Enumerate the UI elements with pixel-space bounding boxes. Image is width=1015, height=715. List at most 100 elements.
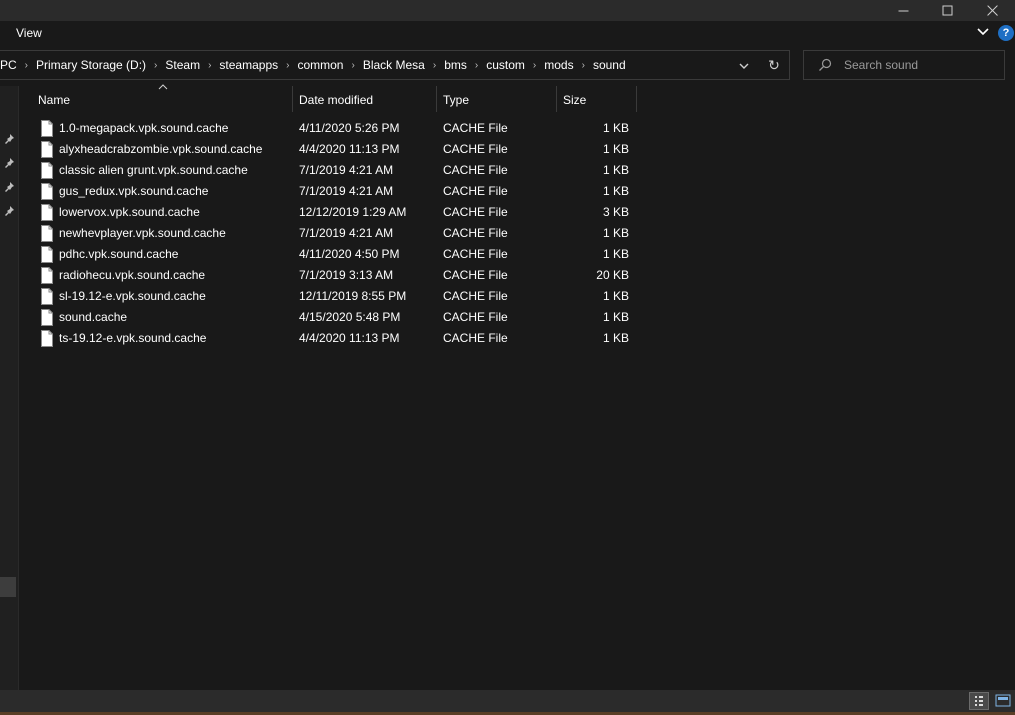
file-icon xyxy=(41,183,53,200)
file-date-modified: 7/1/2019 3:13 AM xyxy=(299,268,394,282)
search-box[interactable] xyxy=(803,50,1005,80)
file-size: 1 KB xyxy=(602,247,629,261)
nav-item-selected[interactable] xyxy=(0,577,16,597)
file-size: 1 KB xyxy=(602,289,629,303)
breadcrumb-separator-icon[interactable]: › xyxy=(472,60,481,71)
search-input[interactable] xyxy=(844,57,994,73)
file-type: CACHE File xyxy=(443,121,508,135)
tiles-view-icon xyxy=(995,694,1011,707)
maximize-button[interactable] xyxy=(926,0,970,21)
breadcrumb-item[interactable]: bms xyxy=(439,58,472,72)
file-icon xyxy=(41,204,53,221)
file-row[interactable]: sl-19.12-e.vpk.sound.cache 12/11/2019 8:5… xyxy=(20,286,640,307)
file-list: Name Date modified Type Size 1.0-megapac… xyxy=(20,84,1015,690)
breadcrumb-separator-icon[interactable]: › xyxy=(530,60,539,71)
refresh-button[interactable]: ↻ xyxy=(766,57,782,73)
file-type: CACHE File xyxy=(443,184,508,198)
file-icon xyxy=(41,330,53,347)
title-bar xyxy=(0,0,1015,21)
file-size: 1 KB xyxy=(602,184,629,198)
details-view-icon xyxy=(975,696,983,706)
breadcrumb-separator-icon[interactable]: › xyxy=(579,60,588,71)
file-name: radiohecu.vpk.sound.cache xyxy=(59,268,206,282)
column-header-type[interactable]: Type xyxy=(437,86,557,112)
breadcrumb-item[interactable]: steamapps xyxy=(214,58,283,72)
file-type: CACHE File xyxy=(443,142,508,156)
file-row[interactable]: newhevplayer.vpk.sound.cache 7/1/2019 4:2… xyxy=(20,223,640,244)
breadcrumb-item[interactable]: mods xyxy=(539,58,578,72)
breadcrumb-separator-icon[interactable]: › xyxy=(430,60,439,71)
pin-icon[interactable] xyxy=(3,157,15,169)
breadcrumb-item[interactable]: Black Mesa xyxy=(358,58,430,72)
close-icon xyxy=(987,5,998,16)
file-row[interactable]: gus_redux.vpk.sound.cache 7/1/2019 4:21 A… xyxy=(20,181,640,202)
minimize-icon xyxy=(898,10,909,11)
file-row[interactable]: radiohecu.vpk.sound.cache 7/1/2019 3:13 A… xyxy=(20,265,640,286)
chevron-down-icon xyxy=(739,63,749,69)
column-header-date[interactable]: Date modified xyxy=(293,86,437,112)
breadcrumb-item[interactable]: Primary Storage (D:) xyxy=(31,58,151,72)
file-name: sl-19.12-e.vpk.sound.cache xyxy=(59,289,206,303)
file-row[interactable]: classic alien grunt.vpk.sound.cache 7/1/2… xyxy=(20,160,640,181)
help-icon[interactable]: ? xyxy=(998,25,1014,41)
breadcrumb-item[interactable]: sound xyxy=(588,58,631,72)
pin-icon[interactable] xyxy=(3,181,15,193)
file-size: 20 KB xyxy=(596,268,629,282)
file-icon xyxy=(41,288,53,305)
file-size: 1 KB xyxy=(602,310,629,324)
breadcrumb: PC › Primary Storage (D:) › Steam › steamapps ›… xyxy=(0,51,631,79)
file-type: CACHE File xyxy=(443,205,508,219)
file-size: 1 KB xyxy=(602,142,629,156)
column-header-name-label: Name xyxy=(38,93,71,107)
file-date-modified: 4/11/2020 5:26 PM xyxy=(299,121,400,135)
pin-icon[interactable] xyxy=(3,133,15,145)
address-history-button[interactable] xyxy=(736,58,752,74)
expand-ribbon-button[interactable] xyxy=(976,25,990,39)
breadcrumb-separator-icon[interactable]: › xyxy=(205,60,214,71)
file-type: CACHE File xyxy=(443,310,508,324)
file-type: CACHE File xyxy=(443,247,508,261)
breadcrumb-separator-icon[interactable]: › xyxy=(22,60,31,71)
chevron-down-icon xyxy=(977,28,989,36)
file-date-modified: 4/15/2020 5:48 PM xyxy=(299,310,401,324)
file-name: lowervox.vpk.sound.cache xyxy=(59,205,200,219)
file-name: pdhc.vpk.sound.cache xyxy=(59,247,179,261)
file-name: 1.0-megapack.vpk.sound.cache xyxy=(59,121,229,135)
file-name: newhevplayer.vpk.sound.cache xyxy=(59,226,226,240)
tab-view[interactable]: View xyxy=(16,26,42,40)
breadcrumb-separator-icon[interactable]: › xyxy=(283,60,292,71)
close-button[interactable] xyxy=(971,0,1015,21)
file-row[interactable]: 1.0-megapack.vpk.sound.cache 4/11/2020 5:… xyxy=(20,118,640,139)
breadcrumb-separator-icon[interactable]: › xyxy=(151,60,160,71)
address-bar[interactable]: PC › Primary Storage (D:) › Steam › steamapps ›… xyxy=(0,50,790,80)
navigation-pane xyxy=(0,86,19,690)
refresh-icon: ↻ xyxy=(768,57,780,73)
breadcrumb-item[interactable]: custom xyxy=(481,58,530,72)
file-row[interactable]: alyxheadcrabzombie.vpk.sound.cache 4/4/20… xyxy=(20,139,640,160)
file-row[interactable]: pdhc.vpk.sound.cache 4/11/2020 4:50 PM CAC… xyxy=(20,244,640,265)
file-icon xyxy=(41,120,53,137)
breadcrumb-item[interactable]: Steam xyxy=(160,58,205,72)
file-icon xyxy=(41,141,53,158)
breadcrumb-separator-icon[interactable]: › xyxy=(348,60,357,71)
breadcrumb-item[interactable]: common xyxy=(292,58,348,72)
minimize-button[interactable] xyxy=(882,0,926,21)
column-header-name[interactable]: Name xyxy=(20,84,293,112)
file-type: CACHE File xyxy=(443,289,508,303)
tiles-view-button[interactable] xyxy=(993,692,1013,710)
file-row[interactable]: sound.cache 4/15/2020 5:48 PM CACHE File 1 … xyxy=(20,307,640,328)
column-header-size-label: Size xyxy=(563,93,587,107)
file-size: 1 KB xyxy=(602,121,629,135)
file-size: 1 KB xyxy=(602,331,629,345)
file-date-modified: 7/1/2019 4:21 AM xyxy=(299,226,394,240)
file-row[interactable]: lowervox.vpk.sound.cache 12/12/2019 1:29 … xyxy=(20,202,640,223)
details-view-button[interactable] xyxy=(969,692,989,710)
file-icon xyxy=(41,267,53,284)
pin-icon[interactable] xyxy=(3,205,15,217)
breadcrumb-item[interactable]: PC xyxy=(0,58,22,72)
file-icon xyxy=(41,309,53,326)
file-row[interactable]: ts-19.12-e.vpk.sound.cache 4/4/2020 11:13… xyxy=(20,328,640,349)
maximize-icon xyxy=(942,5,953,15)
file-name: alyxheadcrabzombie.vpk.sound.cache xyxy=(59,142,263,156)
column-header-size[interactable]: Size xyxy=(557,86,637,112)
